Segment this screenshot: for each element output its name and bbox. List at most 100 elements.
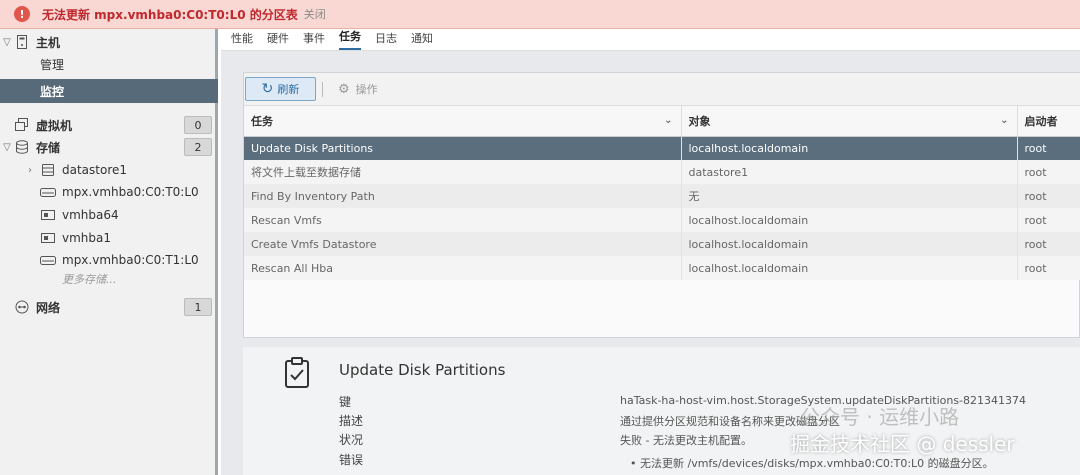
initiator-cell: root — [1017, 184, 1080, 208]
detail-error-label: 错误 — [339, 453, 364, 467]
column-header-initiator[interactable]: 启动者 — [1017, 106, 1080, 137]
actions-label: 操作 — [355, 83, 378, 96]
refresh-icon: ↻ — [261, 81, 274, 97]
table-row[interactable]: Rescan Vmfs localhost.localdomain root — [244, 208, 1080, 232]
close-banner-link[interactable]: 关闭 — [304, 6, 326, 22]
task-cell: Rescan Vmfs — [244, 208, 682, 232]
tab-performance[interactable]: 性能 — [231, 30, 253, 50]
sidebar-item-label: mpx.vmhba0:C0:T0:L0 — [62, 185, 199, 199]
tasks-toolbar: ↻ 刷新 ⚙ 操作 — [244, 73, 1080, 106]
tab-events[interactable]: 事件 — [303, 30, 325, 50]
sidebar-item-label: datastore1 — [62, 163, 128, 177]
tab-logs[interactable]: 日志 — [375, 30, 397, 50]
table-row[interactable]: Create Vmfs Datastore localhost.localdom… — [244, 232, 1080, 256]
sidebar-item-vms[interactable]: 虚拟机 0 — [0, 114, 218, 136]
column-header-task[interactable]: 任务 ⌄ — [244, 106, 682, 137]
task-cell: 将文件上载至数据存储 — [244, 160, 682, 184]
error-icon: ! — [14, 6, 30, 22]
target-cell: localhost.localdomain — [681, 208, 1018, 232]
detail-error-item: • 无法更新 /vmfs/devices/disks/mpx.vmhba0:C0… — [630, 457, 994, 470]
sidebar-item-label: 存储 — [36, 140, 61, 155]
network-icon — [14, 300, 30, 314]
initiator-cell: root — [1017, 208, 1080, 232]
sidebar-item-label: 管理 — [40, 57, 65, 72]
vm-icon — [14, 118, 30, 132]
storage-count-badge: 2 — [184, 138, 212, 156]
column-header-target[interactable]: 对象 ⌄ — [681, 106, 1018, 137]
chevron-down-icon[interactable]: ⌄ — [664, 115, 672, 126]
sidebar-item-label: 监控 — [40, 84, 65, 99]
detail-description-label: 描述 — [339, 414, 364, 428]
clipboard-check-icon — [284, 357, 310, 392]
refresh-label: 刷新 — [277, 83, 300, 96]
gear-icon: ⚙ — [338, 81, 350, 97]
target-cell: localhost.localdomain — [681, 232, 1018, 256]
target-cell: localhost.localdomain — [681, 256, 1018, 280]
table-row[interactable]: 将文件上载至数据存储 datastore1 root — [244, 160, 1080, 184]
vm-count-badge: 0 — [184, 116, 212, 134]
storage-item-vmhba64[interactable]: vmhba64 — [0, 204, 218, 226]
disk-icon — [40, 253, 56, 267]
tab-notifications[interactable]: 通知 — [411, 30, 433, 50]
storage-item-disk-t0[interactable]: mpx.vmhba0:C0:T0:L0 — [0, 181, 218, 203]
datastore-icon — [40, 163, 56, 177]
more-storage-label: 更多存储... — [62, 273, 117, 286]
detail-key-label: 键 — [339, 395, 352, 409]
tab-hardware[interactable]: 硬件 — [267, 30, 289, 50]
storage-icon — [14, 140, 30, 154]
task-cell: Rescan All Hba — [244, 256, 682, 280]
detail-status-value: 失败 - 无法更改主机配置。 — [620, 434, 752, 447]
detail-status-label: 状况 — [339, 433, 364, 447]
error-banner: ! 无法更新 mpx.vmhba0:C0:T0:L0 的分区表 关闭 — [0, 0, 1080, 29]
initiator-cell: root — [1017, 136, 1080, 160]
sidebar-item-manage[interactable]: 管理 — [0, 53, 218, 75]
watermark-wechat: 公众号 · 运维小路 — [800, 405, 960, 429]
task-cell: Find By Inventory Path — [244, 184, 682, 208]
sidebar-item-label: vmhba64 — [62, 208, 119, 222]
sidebar-item-label: 虚拟机 — [36, 118, 73, 133]
host-icon — [14, 35, 30, 49]
refresh-button[interactable]: ↻ 刷新 — [245, 77, 316, 101]
sidebar-item-storage[interactable]: ▽ 存储 2 — [0, 136, 218, 158]
watermark-juejin: 掘金技术社区 @ dessler — [790, 432, 1015, 456]
initiator-cell: root — [1017, 256, 1080, 280]
task-cell: Create Vmfs Datastore — [244, 232, 682, 256]
storage-item-datastore1[interactable]: › datastore1 — [0, 159, 218, 181]
sidebar-item-monitor[interactable]: 监控 — [0, 79, 218, 103]
navigator-sidebar: ▽ 主机 管理 监控 虚拟机 0 ▽ 存储 2 › datastore1 mpx… — [0, 29, 218, 475]
table-row[interactable]: Rescan All Hba localhost.localdomain roo… — [244, 256, 1080, 280]
disk-icon — [40, 185, 56, 199]
monitor-tabs: 性能 硬件 事件 任务 日志 通知 — [221, 29, 1080, 51]
more-storage-link[interactable]: 更多存储... — [0, 270, 218, 288]
tasks-panel: ↻ 刷新 ⚙ 操作 任务 ⌄ 对象 ⌄ 启动者 Update Disk Partit… — [243, 72, 1080, 338]
sidebar-item-host[interactable]: ▽ 主机 — [0, 31, 218, 53]
target-cell: datastore1 — [681, 160, 1018, 184]
detail-title: Update Disk Partitions — [339, 361, 506, 379]
chevron-down-icon[interactable]: ▽ — [0, 142, 14, 153]
actions-button[interactable]: ⚙ 操作 — [338, 77, 378, 101]
tasks-table: 任务 ⌄ 对象 ⌄ 启动者 Update Disk Partitions local… — [244, 106, 1080, 280]
tab-tasks[interactable]: 任务 — [339, 28, 361, 50]
storage-item-vmhba1[interactable]: vmhba1 — [0, 227, 218, 249]
chevron-down-icon[interactable]: ▽ — [0, 37, 14, 48]
target-cell: localhost.localdomain — [681, 136, 1018, 160]
initiator-cell: root — [1017, 232, 1080, 256]
error-message: 无法更新 mpx.vmhba0:C0:T0:L0 的分区表 — [42, 7, 298, 22]
table-row[interactable]: Find By Inventory Path 无 root — [244, 184, 1080, 208]
chevron-right-icon[interactable]: › — [20, 165, 40, 176]
chevron-down-icon[interactable]: ⌄ — [1000, 115, 1008, 126]
storage-item-disk-t1[interactable]: mpx.vmhba0:C0:T1:L0 — [0, 249, 218, 271]
adapter-icon — [40, 231, 56, 245]
sidebar-item-label: 网络 — [36, 300, 61, 315]
sidebar-item-label: mpx.vmhba0:C0:T1:L0 — [62, 253, 199, 267]
initiator-cell: root — [1017, 160, 1080, 184]
sidebar-item-label: 主机 — [36, 35, 61, 50]
sidebar-item-label: vmhba1 — [62, 231, 112, 245]
target-cell: 无 — [681, 184, 1018, 208]
network-count-badge: 1 — [184, 298, 212, 316]
sidebar-item-network[interactable]: 网络 1 — [0, 296, 218, 318]
adapter-icon — [40, 208, 56, 222]
toolbar-divider — [322, 82, 323, 97]
table-row[interactable]: Update Disk Partitions localhost.localdo… — [244, 136, 1080, 160]
task-cell: Update Disk Partitions — [244, 136, 682, 160]
